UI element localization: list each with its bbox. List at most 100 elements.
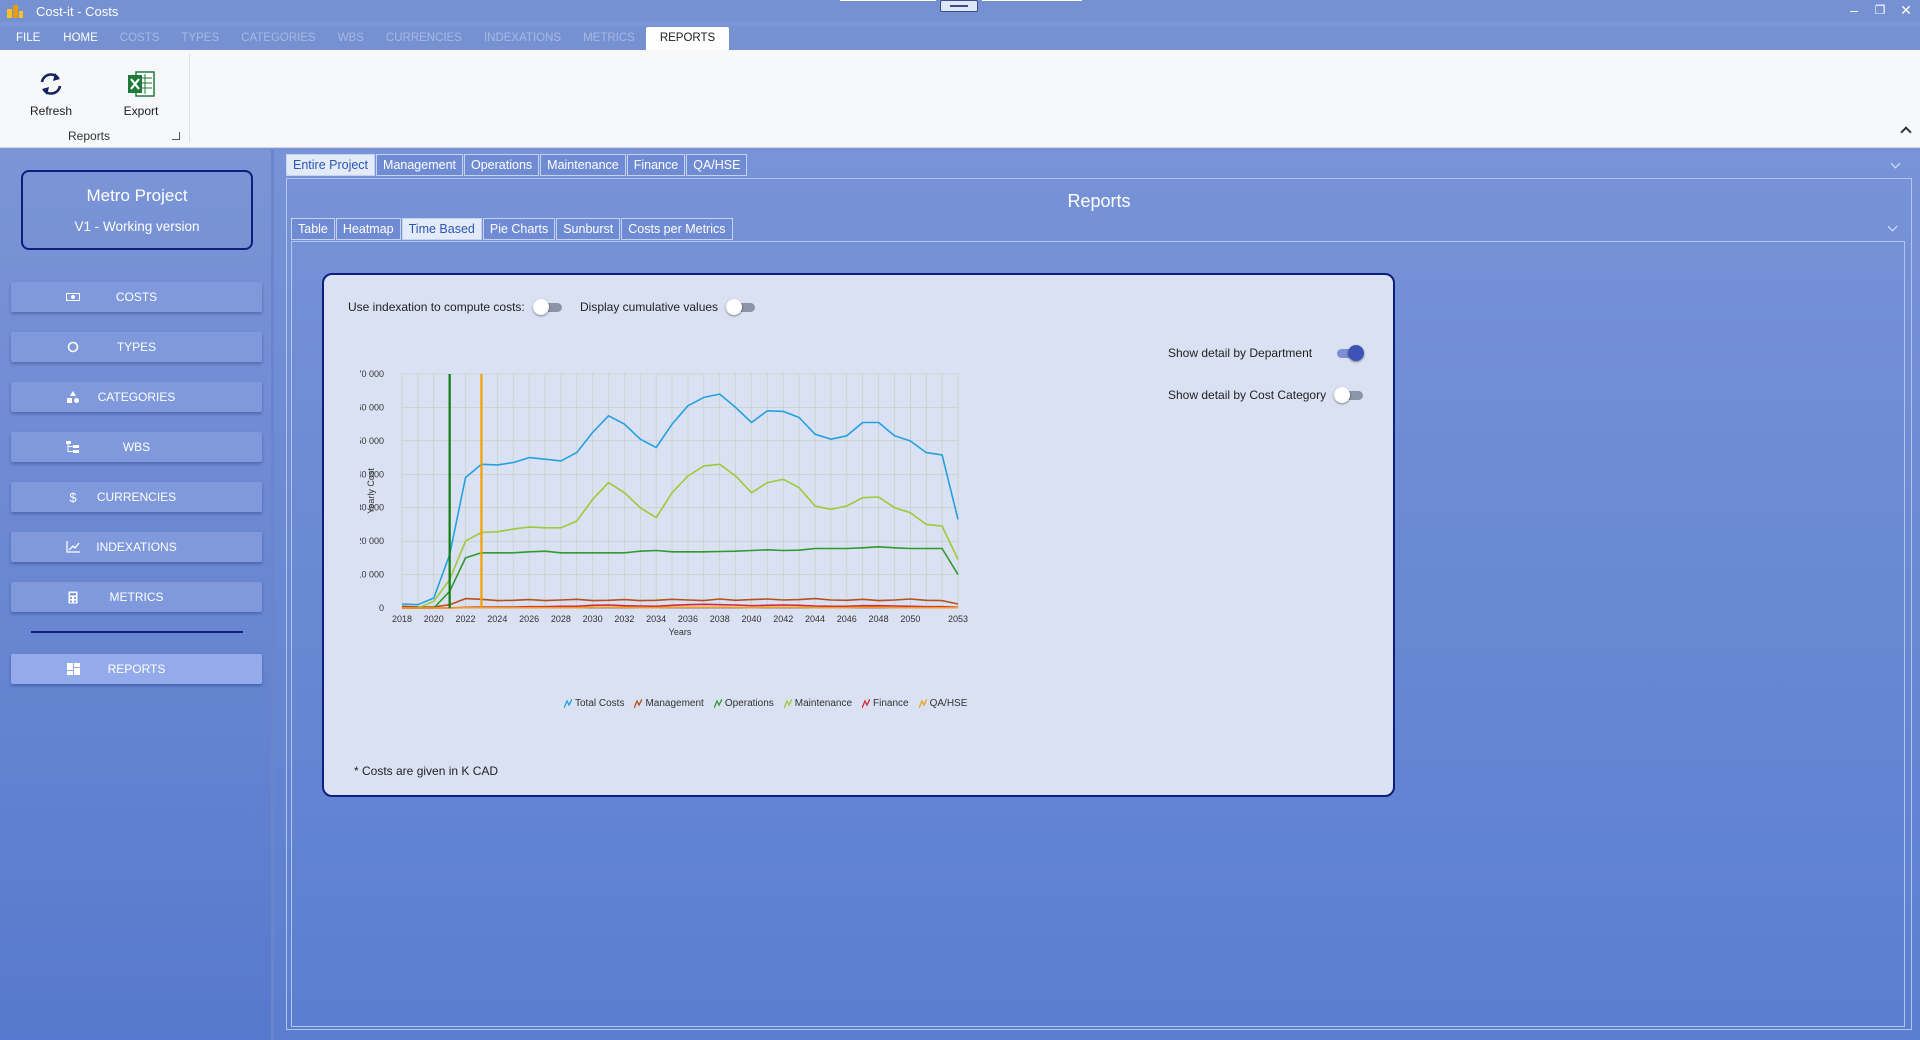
indexation-option: Use indexation to compute costs: [348,299,563,315]
legend-swatch-icon [783,698,792,708]
cost-category-detail-toggle[interactable] [1334,387,1364,403]
tab-time-based[interactable]: Time Based [401,218,482,240]
excel-icon [109,70,173,98]
tab-finance[interactable]: Finance [626,154,686,176]
close-icon[interactable]: ✕ [1898,2,1914,18]
legend-item[interactable]: Management [634,698,704,709]
ribbon-tab-home[interactable]: HOME [52,27,109,50]
sidebar-item-types[interactable]: TYPES [11,332,262,362]
sidebar-item-costs[interactable]: COSTS [11,282,262,312]
sidebar-item-label: CATEGORIES [97,390,176,404]
x-tick-label: 2048 [869,614,889,624]
sidebar-item-label: REPORTS [107,662,166,676]
x-tick-label: 2053 [948,614,968,624]
chevron-down-icon[interactable] [1890,158,1901,169]
sidebar-item-indexations[interactable]: INDEXATIONS [11,532,262,562]
group-launcher-icon[interactable] [172,132,180,140]
y-tick-label: 20 000 [360,536,384,546]
ribbon-group-label: Reports [68,129,111,143]
department-detail-label: Show detail by Department [1168,346,1313,360]
ribbon-tab-types[interactable]: TYPES [170,27,230,50]
tab-maintenance[interactable]: Maintenance [540,154,626,176]
legend-swatch-icon [564,698,572,708]
title-strip-left [840,0,936,1]
project-card: Metro Project V1 - Working version [21,170,253,250]
time-based-line-chart: 010 00020 00030 00040 00050 00060 00070 … [360,369,968,637]
tab-management[interactable]: Management [376,154,463,176]
cost-category-detail-option: Show detail by Cost Category [1168,387,1364,403]
legend-item[interactable]: Total Costs [564,698,624,709]
cost-category-detail-label: Show detail by Cost Category [1168,388,1327,402]
series-line-total-costs [401,393,959,606]
tab-table[interactable]: Table [291,218,335,240]
ribbon-tab-indexations[interactable]: INDEXATIONS [473,27,572,50]
tab-heatmap[interactable]: Heatmap [335,218,401,240]
ribbon-tab-wbs[interactable]: WBS [327,27,375,50]
refresh-button[interactable]: Refresh [19,70,83,118]
ribbon-tab-reports[interactable]: REPORTS [645,27,730,50]
y-tick-label: 50 000 [360,436,384,446]
department-detail-toggle[interactable] [1334,345,1365,361]
chevron-down-icon[interactable] [1887,221,1898,232]
x-tick-label: 2028 [551,614,571,624]
legend-swatch-icon [713,698,722,708]
tab-entire-project[interactable]: Entire Project [286,154,376,176]
x-tick-label: 2046 [837,614,857,624]
tab-operations[interactable]: Operations [464,154,540,176]
y-tick-label: 10 000 [360,570,384,580]
restore-icon[interactable]: ❐ [1872,2,1888,18]
ribbon-tab-costs[interactable]: COSTS [109,27,171,50]
legend-item[interactable]: Maintenance [783,698,852,709]
x-tick-label: 2050 [900,614,920,624]
x-tick-label: 2026 [519,614,539,624]
ribbon-tab-metrics[interactable]: METRICS [572,27,646,50]
ribbon-tab-currencies[interactable]: CURRENCIES [375,27,473,50]
x-tick-label: 2038 [710,614,730,624]
refresh-label: Refresh [29,104,73,118]
sidebar-item-reports[interactable]: REPORTS [11,654,262,684]
collapse-ribbon-icon[interactable] [1900,126,1912,138]
ribbon-tab-categories[interactable]: CATEGORIES [230,27,327,50]
chart-series [401,393,959,609]
x-tick-label: 2024 [487,614,507,624]
x-tick-label: 2036 [678,614,698,624]
indexation-label: Use indexation to compute costs: [348,300,525,314]
legend-label: Finance [873,698,909,709]
cumulative-toggle[interactable] [726,299,756,315]
sidebar-item-categories[interactable]: CATEGORIES [11,382,262,412]
legend-item[interactable]: QA/HSE [918,698,967,709]
sidebar-item-metrics[interactable]: METRICS [11,582,262,612]
sidebar-item-label: COSTS [115,290,158,304]
tab-costs-per-metrics[interactable]: Costs per Metrics [621,218,733,240]
x-tick-label: 2040 [741,614,761,624]
department-tabs: Entire Project Management Operations Mai… [286,154,748,176]
cumulative-label: Display cumulative values [580,300,719,314]
legend-item[interactable]: Finance [862,698,909,709]
export-label: Export [123,104,159,118]
sidebar: Metro Project V1 - Working version COSTS… [0,150,274,1040]
page-title: Reports [1067,191,1131,211]
y-tick-label: 0 [379,603,384,613]
ribbon-panel: Refresh Export Reports [0,50,1920,148]
tab-sunburst[interactable]: Sunburst [556,218,621,240]
sidebar-item-wbs[interactable]: WBS [11,432,262,462]
series-line-operations [402,546,959,609]
series-line-maintenance [402,463,959,609]
tab-qa-hse[interactable]: QA/HSE [686,154,748,176]
sidebar-divider [31,631,243,633]
legend-item[interactable]: Operations [713,698,774,709]
ribbon-tab-file[interactable]: FILE [0,27,52,50]
x-tick-label: 2044 [805,614,825,624]
export-button[interactable]: Export [109,70,173,118]
tab-pie-charts[interactable]: Pie Charts [482,218,556,240]
indexation-toggle[interactable] [532,299,563,315]
legend-swatch-icon [918,698,927,708]
legend-label: Operations [724,698,774,709]
minimize-icon[interactable]: – [1846,2,1862,18]
legend-label: Management [645,698,704,709]
ribbon-grip-handle[interactable] [940,0,978,12]
x-tick-label: 2032 [614,614,634,624]
sidebar-item-currencies[interactable]: $ CURRENCIES [11,482,262,512]
x-tick-label: 2020 [424,614,444,624]
sidebar-item-label: TYPES [116,340,157,354]
